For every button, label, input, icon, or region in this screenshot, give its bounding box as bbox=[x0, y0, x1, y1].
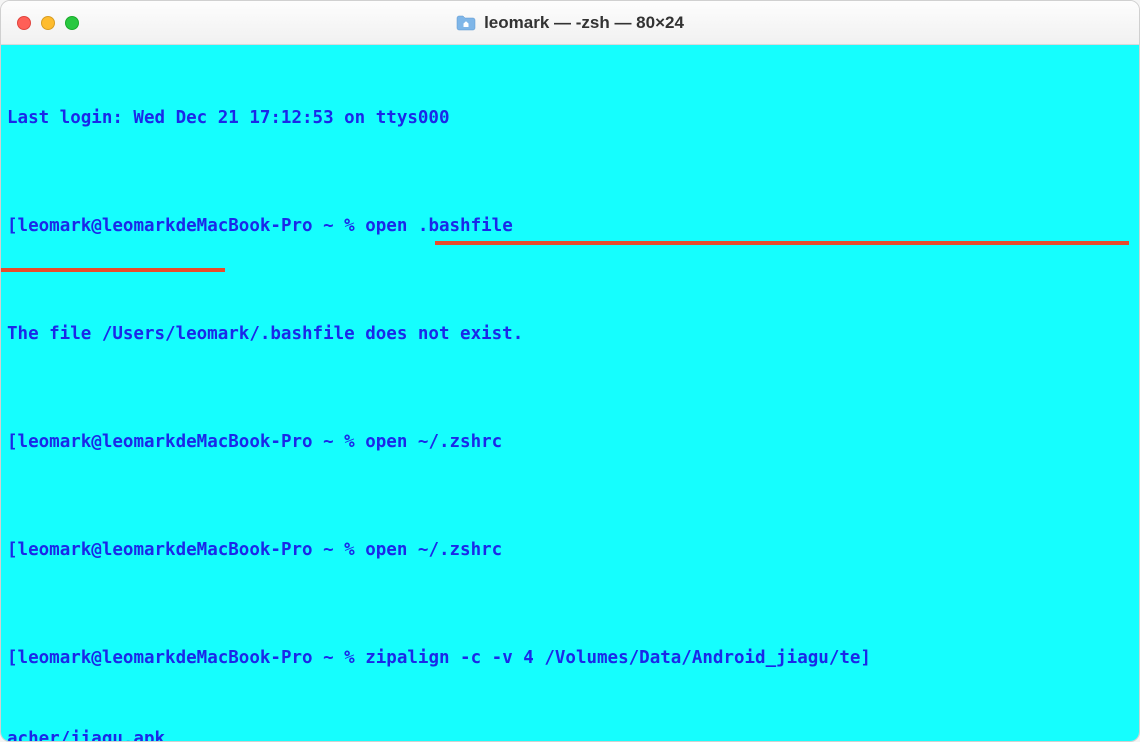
prompt-text: leomark@leomarkdeMacBook-Pro ~ % bbox=[18, 432, 366, 452]
prompt-text: leomark@leomarkdeMacBook-Pro ~ % bbox=[18, 540, 366, 560]
zoom-icon[interactable] bbox=[65, 16, 79, 30]
command-text: open .bashfile bbox=[365, 216, 513, 236]
bracket-open-icon: [ bbox=[7, 648, 18, 668]
window-title-group: leomark — -zsh — 80×24 bbox=[456, 13, 684, 33]
minimize-icon[interactable] bbox=[41, 16, 55, 30]
bracket-open-icon: [ bbox=[7, 540, 18, 560]
titlebar[interactable]: leomark — -zsh — 80×24 bbox=[1, 1, 1139, 45]
prompt-line-3: [leomark@leomarkdeMacBook-Pro ~ % open ~… bbox=[3, 537, 1137, 564]
highlight-underline-icon bbox=[1, 268, 225, 272]
error-line: The file /Users/leomark/.bashfile does n… bbox=[3, 321, 1137, 348]
terminal-body[interactable]: Last login: Wed Dec 21 17:12:53 on ttys0… bbox=[1, 45, 1139, 742]
highlight-underline-icon bbox=[435, 241, 1129, 245]
prompt-line-1: [leomark@leomarkdeMacBook-Pro ~ % open .… bbox=[3, 213, 1137, 240]
traffic-lights bbox=[17, 16, 79, 30]
prompt-line-4: [leomark@leomarkdeMacBook-Pro ~ % zipali… bbox=[3, 645, 1137, 672]
home-folder-icon bbox=[456, 15, 476, 31]
command-text: open ~/.zshrc bbox=[365, 540, 502, 560]
prompt-text: leomark@leomarkdeMacBook-Pro ~ % bbox=[18, 648, 366, 668]
window-title: leomark — -zsh — 80×24 bbox=[484, 13, 684, 33]
bracket-open-icon: [ bbox=[7, 216, 18, 236]
command-text: open ~/.zshrc bbox=[365, 432, 502, 452]
terminal-window: leomark — -zsh — 80×24 Last login: Wed D… bbox=[0, 0, 1140, 742]
command-continuation: acher/jiagu.apk bbox=[3, 726, 1137, 742]
close-icon[interactable] bbox=[17, 16, 31, 30]
prompt-text: leomark@leomarkdeMacBook-Pro ~ % bbox=[18, 216, 366, 236]
bracket-close-icon: ] bbox=[860, 648, 871, 668]
bracket-open-icon: [ bbox=[7, 432, 18, 452]
last-login-line: Last login: Wed Dec 21 17:12:53 on ttys0… bbox=[3, 105, 1137, 132]
command-text: zipalign -c -v 4 /Volumes/Data/Android_j… bbox=[365, 648, 860, 668]
prompt-line-2: [leomark@leomarkdeMacBook-Pro ~ % open ~… bbox=[3, 429, 1137, 456]
